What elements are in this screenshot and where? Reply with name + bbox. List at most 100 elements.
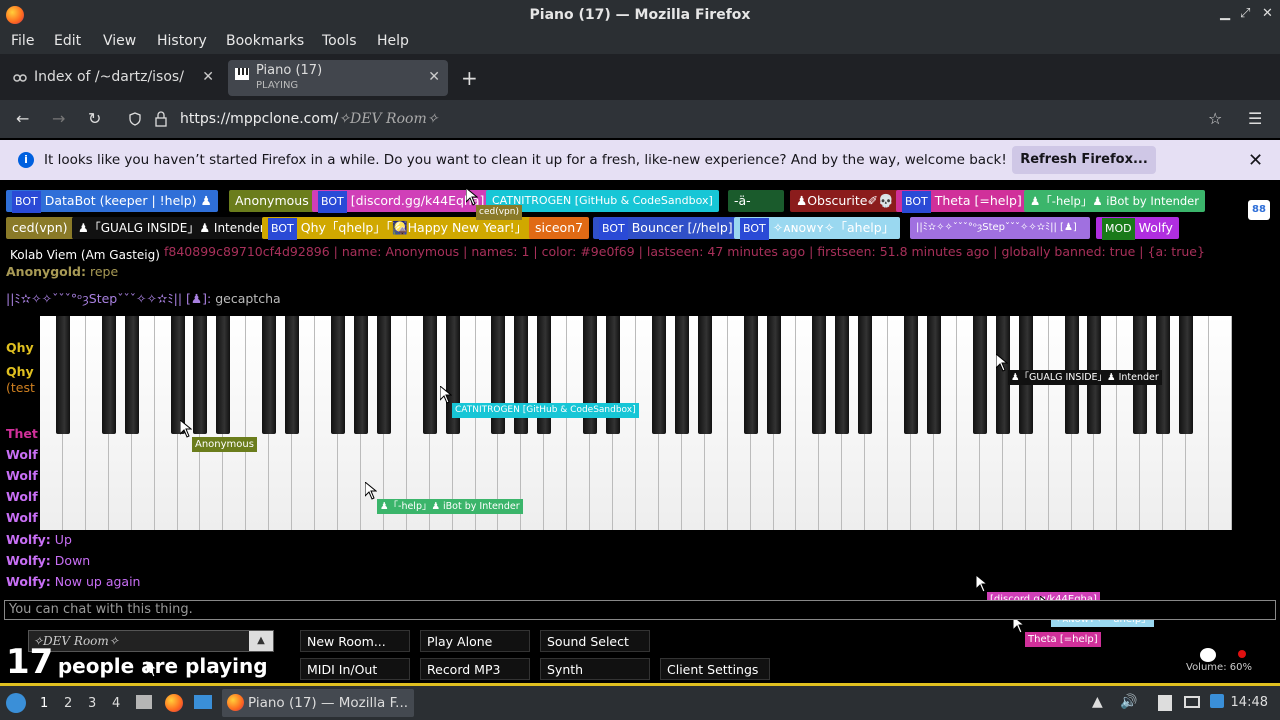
address-bar[interactable]: https://mppclone.com/✧DEV Room✧ — [120, 104, 1230, 134]
menu-view[interactable]: View — [103, 33, 136, 49]
close-tab-icon[interactable]: ✕ — [202, 69, 214, 85]
workspace-1[interactable]: 1 — [40, 696, 48, 711]
user-tag[interactable]: BOT Bouncer [//help] — [593, 217, 739, 240]
new-tab-icon[interactable]: + — [461, 66, 478, 90]
black-key[interactable] — [904, 316, 919, 434]
user-tag[interactable]: ||ﾐ✫✧✧ˇˇˇ°ᵒȝStepˇˇˇ✧✧✫ﾐ|| [♟] — [910, 217, 1090, 239]
taskbar-firefox-window[interactable]: Piano (17) — Mozilla F... — [222, 689, 414, 717]
close-notification-icon[interactable]: ✕ — [1248, 150, 1263, 171]
menu-file[interactable]: File — [11, 33, 34, 49]
midi-button[interactable]: MIDI In/Out — [300, 658, 410, 680]
close-window-icon[interactable]: ✕ — [1262, 6, 1273, 21]
user-tag[interactable]: Kolab Viem (Am Gasteig) — [4, 244, 166, 266]
black-key[interactable] — [858, 316, 873, 434]
user-tag[interactable]: ♟Obscurite✐💀 — [790, 190, 900, 212]
synth-button[interactable]: Synth — [540, 658, 650, 680]
user-tag[interactable]: Anonymous — [229, 190, 315, 212]
black-key[interactable] — [353, 316, 368, 434]
firefox-icon — [227, 694, 244, 711]
black-key[interactable] — [101, 316, 116, 434]
volume-knob[interactable] — [1200, 648, 1216, 662]
black-key[interactable] — [170, 316, 185, 434]
close-tab-icon[interactable]: ✕ — [428, 69, 440, 85]
record-mp3-button[interactable]: Record MP3 — [420, 658, 530, 680]
tab-sublabel: PLAYING — [256, 80, 299, 91]
black-key[interactable] — [422, 316, 437, 434]
client-settings-button[interactable]: Client Settings — [660, 658, 770, 680]
black-key[interactable] — [55, 316, 70, 434]
menu-help[interactable]: Help — [377, 33, 409, 49]
tab-piano[interactable]: Piano (17) PLAYING ✕ — [228, 60, 448, 96]
user-tag[interactable]: BOT Theta [=help] — [896, 190, 1028, 213]
black-key[interactable] — [697, 316, 712, 434]
workspace-2[interactable]: 2 — [64, 696, 72, 711]
black-key[interactable] — [766, 316, 781, 434]
workspace-3[interactable]: 3 — [88, 696, 96, 711]
forward-icon[interactable]: → — [52, 109, 65, 128]
tray-arrow-icon[interactable]: ▲ — [1092, 694, 1103, 710]
start-menu-icon[interactable] — [6, 693, 26, 713]
display-icon[interactable] — [1184, 696, 1200, 708]
black-key[interactable] — [927, 316, 941, 434]
user-tag[interactable]: -ä- — [728, 190, 784, 212]
play-alone-button[interactable]: Play Alone — [420, 630, 530, 652]
shield-icon[interactable] — [128, 112, 142, 126]
black-key[interactable] — [1179, 316, 1194, 434]
network-icon[interactable] — [1210, 694, 1224, 708]
black-key[interactable] — [812, 316, 827, 434]
user-tag[interactable]: ♟「-help」♟ iBot by Intender — [1024, 190, 1205, 212]
black-key[interactable] — [743, 316, 758, 434]
black-key[interactable] — [285, 316, 300, 434]
sound-select-button[interactable]: Sound Select — [540, 630, 650, 652]
black-key[interactable] — [124, 316, 139, 434]
black-key[interactable] — [376, 316, 391, 434]
menu-tools[interactable]: Tools — [322, 33, 357, 49]
workspace-4[interactable]: 4 — [112, 696, 120, 711]
black-key[interactable] — [331, 316, 345, 434]
user-tag[interactable]: BOT Qhy「qhelp」「🎑Happy New Year!」 — [262, 217, 534, 240]
lock-icon[interactable] — [154, 111, 168, 127]
firefox-launcher-icon[interactable] — [165, 694, 183, 712]
tab-strip: Index of /~dartz/isos/ ✕ Piano (17) PLAY… — [0, 54, 1280, 100]
translate-icon[interactable]: 88 — [1248, 200, 1270, 220]
user-tag[interactable]: BOT ✧ᴀɴᴏᴡʏ✧「ahelp」 — [734, 217, 901, 240]
bookmark-star-icon[interactable]: ☆ — [1208, 109, 1222, 128]
menu-edit[interactable]: Edit — [54, 33, 81, 49]
user-tag[interactable]: ♟「GUALG INSIDE」♟ Intender — [72, 217, 271, 239]
menu-bookmarks[interactable]: Bookmarks — [226, 33, 304, 49]
minimize-icon[interactable]: ▁ — [1220, 6, 1230, 21]
maximize-icon[interactable]: ⤢ — [1240, 6, 1250, 21]
notification-text: It looks like you haven’t started Firefo… — [44, 152, 1007, 168]
user-tag[interactable]: ced(vpn) — [6, 217, 74, 239]
user-tag[interactable]: MOD Wolfy — [1096, 217, 1179, 240]
tab-index-isos[interactable]: Index of /~dartz/isos/ ✕ — [2, 60, 222, 96]
mouse-cursor-icon — [996, 354, 1008, 372]
user-tag[interactable]: siceon7 — [529, 217, 590, 239]
menu-history[interactable]: History — [157, 33, 207, 49]
terminal-icon[interactable] — [194, 695, 212, 709]
mouse-cursor-icon — [365, 482, 377, 500]
white-key[interactable] — [1209, 316, 1232, 530]
new-room-button[interactable]: New Room... — [300, 630, 410, 652]
url-text[interactable]: https://mppclone.com/✧DEV Room✧ — [180, 111, 438, 127]
user-tag[interactable]: BOT DataBot (keeper | !help) ♟ — [6, 190, 218, 213]
back-icon[interactable]: ← — [16, 109, 29, 128]
hamburger-menu-icon[interactable]: ☰ — [1248, 109, 1262, 128]
clipboard-icon[interactable] — [1158, 695, 1172, 711]
file-manager-icon[interactable] — [136, 695, 152, 709]
speaker-icon[interactable]: 🔊 — [1120, 694, 1137, 710]
refresh-firefox-button[interactable]: Refresh Firefox... — [1012, 146, 1156, 174]
black-key[interactable] — [262, 316, 277, 434]
reload-icon[interactable]: ↻ — [88, 109, 101, 128]
menubar: File Edit View History Bookmarks Tools H… — [0, 30, 1280, 54]
chat-input[interactable]: You can chat with this thing. — [4, 600, 1276, 620]
black-key[interactable] — [193, 316, 208, 434]
user-tag[interactable]: BOT [discord.gg/k44Eqha] — [312, 190, 491, 213]
black-key[interactable] — [972, 316, 987, 434]
piano-keyboard[interactable] — [40, 316, 1232, 530]
cursor-label: Anonymous — [192, 437, 257, 452]
black-key[interactable] — [835, 316, 850, 434]
black-key[interactable] — [216, 316, 231, 434]
black-key[interactable] — [674, 316, 689, 434]
black-key[interactable] — [651, 316, 666, 434]
